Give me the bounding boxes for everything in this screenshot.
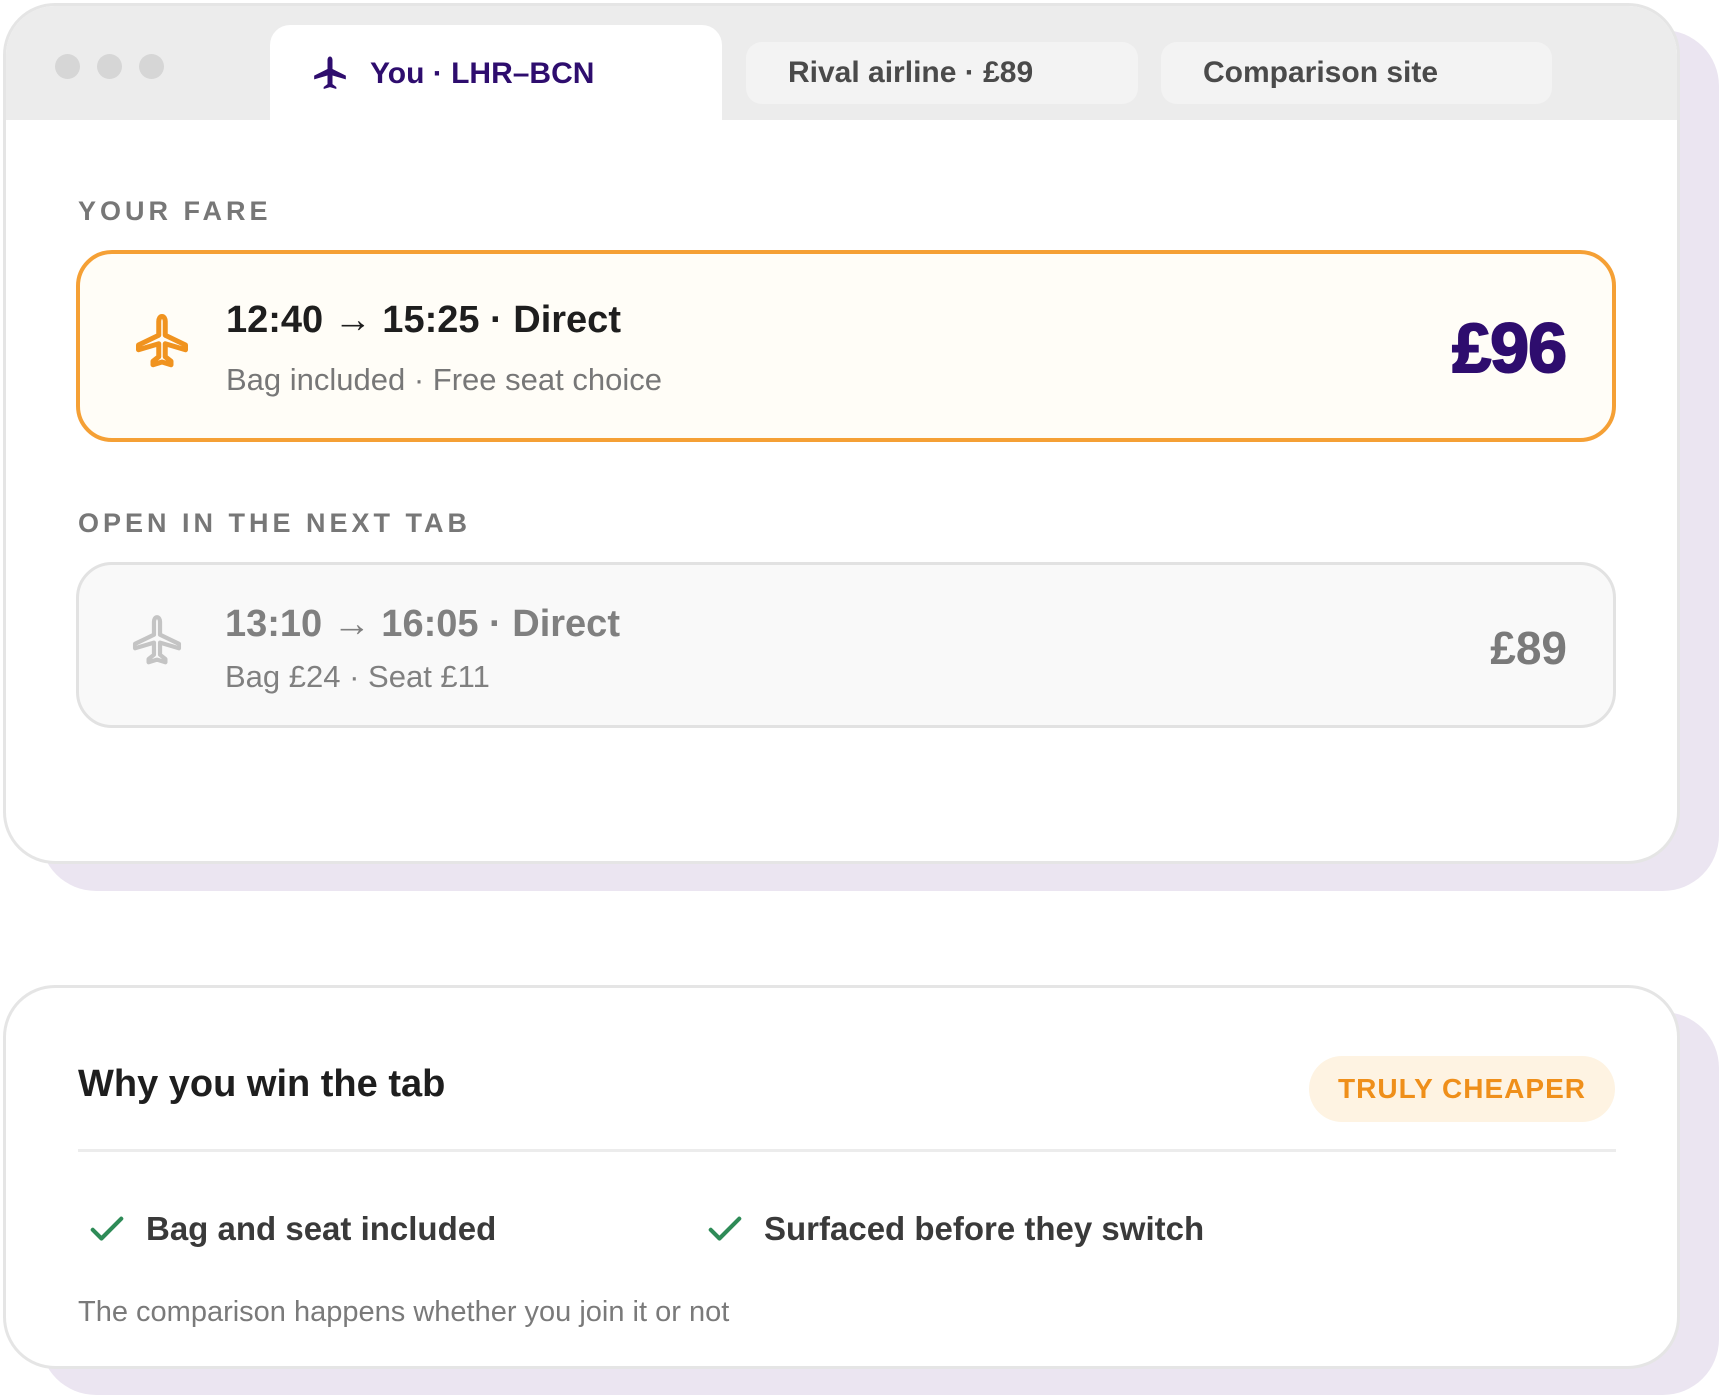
section-label-your-fare: YOUR FARE xyxy=(78,196,272,226)
perk-label: Bag and seat included xyxy=(146,1210,497,1247)
tab-you-lhr-bcn[interactable]: You · LHR–BCN xyxy=(270,25,722,123)
plane-icon xyxy=(132,615,182,665)
your-fare-card[interactable]: 12:40 → 15:25 · Direct Bag included · Fr… xyxy=(76,250,1616,442)
rival-fare-times: 13:10 → 16:05 · Direct xyxy=(225,603,620,645)
window-control-close[interactable] xyxy=(55,54,80,79)
summary-card: Why you win the tab TRULY CHEAPER Bag an… xyxy=(3,985,1680,1369)
tab-comparison-site[interactable]: Comparison site xyxy=(1161,42,1552,104)
your-fare-times: 12:40 → 15:25 · Direct xyxy=(226,299,621,341)
perk-item: Bag and seat included xyxy=(88,1210,496,1248)
window-control-maximize[interactable] xyxy=(139,54,164,79)
plane-icon xyxy=(136,314,188,368)
rival-fare-extras: Bag £24 · Seat £11 xyxy=(225,659,490,694)
plane-icon xyxy=(314,56,346,89)
your-fare-extras: Bag included · Free seat choice xyxy=(226,362,662,397)
status-badge: TRULY CHEAPER xyxy=(1309,1056,1615,1122)
rival-fare-price: £89 xyxy=(1490,622,1567,674)
tab-label: You · LHR–BCN xyxy=(370,57,595,90)
stage: You · LHR–BCN Rival airline · £89 Compar… xyxy=(0,0,1719,1395)
window-control-minimize[interactable] xyxy=(97,54,122,79)
check-icon xyxy=(90,1216,124,1241)
tab-label: Rival airline · £89 xyxy=(788,56,1034,89)
section-label-next-tab: OPEN IN THE NEXT TAB xyxy=(78,508,472,538)
tab-rival-airline[interactable]: Rival airline · £89 xyxy=(746,42,1138,104)
rival-fare-card[interactable]: 13:10 → 16:05 · Direct Bag £24 · Seat £1… xyxy=(76,562,1616,728)
tab-bar: You · LHR–BCN Rival airline · £89 Compar… xyxy=(6,6,1677,123)
summary-title: Why you win the tab xyxy=(78,1063,446,1105)
perk-label: Surfaced before they switch xyxy=(764,1210,1205,1247)
your-fare-price: £96 xyxy=(1451,308,1568,388)
tab-label: Comparison site xyxy=(1203,56,1439,89)
check-icon xyxy=(708,1216,742,1241)
footnote: The comparison happens whether you join … xyxy=(78,1296,730,1328)
perk-item: Surfaced before they switch xyxy=(706,1210,1204,1248)
browser-window: You · LHR–BCN Rival airline · £89 Compar… xyxy=(3,3,1680,864)
divider xyxy=(78,1149,1616,1152)
